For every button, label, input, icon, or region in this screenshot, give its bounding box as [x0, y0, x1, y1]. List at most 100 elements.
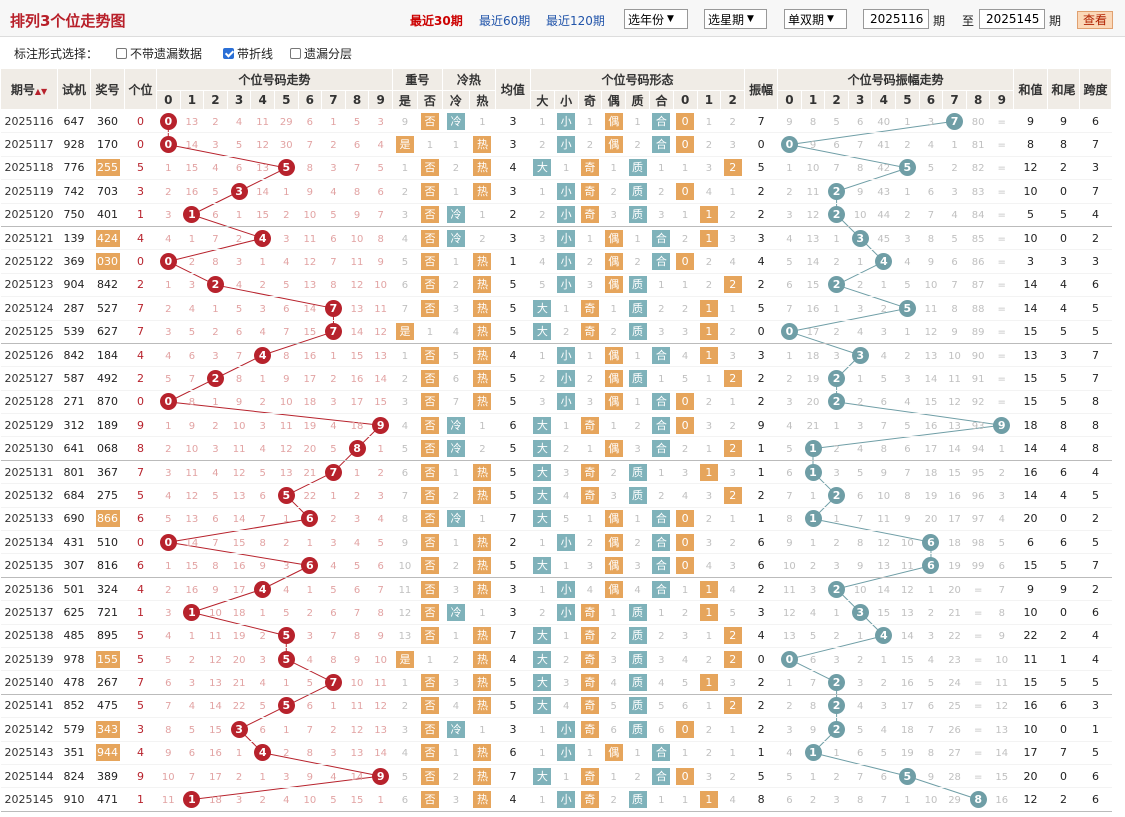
amp-cell: 5 [744, 296, 778, 321]
option-with-line[interactable]: 带折线 [223, 45, 273, 62]
header-issue[interactable]: 期号▲▼ [0, 68, 58, 110]
checkbox-layered[interactable] [290, 48, 301, 59]
checkbox-with-line[interactable] [223, 48, 234, 59]
sum-cell: 3 [1013, 249, 1048, 274]
avg-cell: 5 [495, 694, 531, 719]
option-layered[interactable]: 遗漏分层 [290, 45, 352, 62]
shape-cell: 2 [601, 179, 626, 204]
amp-missing: 17 [942, 507, 967, 532]
trend-missing: 14 [180, 132, 204, 157]
period-30-link[interactable]: 最近30期 [410, 12, 463, 29]
amp-missing: 9 [919, 249, 943, 274]
checkbox-no-missing[interactable] [116, 48, 127, 59]
trend-missing: 5 [298, 670, 322, 695]
shape-cell: 4 [578, 577, 602, 602]
trend-missing: 1 [321, 343, 346, 368]
trend-missing: 1 [321, 109, 346, 134]
trend-missing: 5 [180, 320, 204, 344]
hotcold-cell: 热 [469, 787, 496, 812]
amp-missing: 5 [777, 436, 802, 461]
table-row: 2025126 842 184 4 4 6 3 7 4 8 16 1 15 13 1 否 5 热 4 1 小 1 偶 1 合 4 1… [0, 343, 1112, 368]
trend-missing: 13 [203, 670, 228, 695]
amp-missing: 5 [895, 273, 920, 298]
amp-missing: 12 [871, 530, 896, 555]
shape-cell: 5 [601, 694, 626, 719]
repeat-cell: 1 [417, 132, 443, 157]
to-issue-input[interactable]: 2025145 [979, 9, 1045, 29]
repeat-cell: 12 [392, 600, 418, 625]
amp-missing: 4 [871, 717, 896, 742]
amp-ball: 2 [824, 577, 849, 602]
sub-header-amp-7: 7 [942, 90, 967, 110]
trend-ball: 8 [345, 436, 369, 461]
trend-missing: 2 [227, 226, 251, 251]
sort-icon[interactable]: ▲▼ [35, 87, 47, 96]
amp-missing: 5 [989, 530, 1014, 555]
option-no-missing[interactable]: 不带遗漏数据 [116, 45, 202, 62]
amp-cell: 1 [744, 741, 778, 765]
amp-missing: = [989, 179, 1014, 204]
weekday-select[interactable]: 选星期 ▼ [704, 9, 767, 29]
amp-cell: 9 [744, 413, 778, 438]
sub-header-shape: 质 [625, 90, 650, 110]
period-60-link[interactable]: 最近60期 [479, 12, 530, 29]
trend-missing: 3 [203, 436, 228, 461]
header-hotcold: 冷热 [441, 68, 496, 91]
amp-missing: 10 [989, 647, 1014, 672]
year-select[interactable]: 选年份 ▼ [624, 9, 688, 29]
period-120-link[interactable]: 最近120期 [546, 12, 605, 29]
unit-cell: 4 [124, 577, 157, 602]
oddeven-select[interactable]: 单双期 ▼ [784, 9, 847, 29]
issue-cell: 2025121 [0, 226, 58, 251]
trend-missing: 21 [298, 460, 322, 485]
trend-missing: 5 [368, 530, 393, 555]
amp-missing: = [966, 717, 990, 742]
trend-missing: 5 [180, 717, 204, 742]
hotcold-cell: 热 [469, 132, 496, 157]
prize-cell: 895 [90, 624, 125, 648]
shape-cell: 2 [625, 764, 650, 789]
shape-cell: 1 [720, 507, 745, 532]
avg-cell: 2 [495, 530, 531, 555]
hotcold-cell: 热 [469, 343, 496, 368]
repeat-cell: 6 [392, 273, 418, 298]
avg-cell: 4 [495, 343, 531, 368]
trend-missing: 6 [321, 226, 346, 251]
amp-missing: = [966, 741, 990, 765]
from-issue-input[interactable]: 2025116 [863, 9, 929, 29]
issue-cell: 2025125 [0, 320, 58, 344]
amp-ball: 4 [871, 624, 896, 648]
amp-missing: 18 [942, 530, 967, 555]
amp-missing: 13 [777, 624, 802, 648]
shape-cell: 4 [530, 249, 555, 274]
trend-missing: 4 [227, 273, 251, 298]
shape-cell: 1 [530, 741, 555, 765]
shape-cell: 2 [697, 273, 721, 298]
trend-missing: 6 [321, 600, 346, 625]
amp-missing: 19 [919, 483, 943, 508]
table-row: 2025125 539 627 7 3 5 2 6 4 7 15 7 14 12 是 1 4 热 5 大 2 奇 2 质 3 3 1… [0, 320, 1112, 344]
amp-missing: 7 [777, 483, 802, 508]
sub-header-shape: 大 [529, 90, 555, 110]
query-button[interactable]: 查看 [1077, 11, 1113, 29]
amp-missing: 6 [848, 109, 872, 134]
trend-missing: 14 [180, 530, 204, 555]
sum-cell: 9 [1013, 577, 1048, 602]
trend-ball: 3 [227, 717, 251, 742]
span-cell: 3 [1079, 156, 1112, 181]
shape-cell: 1 [601, 764, 626, 789]
shape-cell: 合 [649, 577, 674, 602]
amp-missing: 13 [871, 553, 896, 578]
sumtail-cell: 0 [1047, 764, 1080, 789]
trend-ball: 4 [250, 577, 275, 602]
trend-missing: 9 [368, 249, 393, 274]
amp-missing: 20 [801, 390, 825, 415]
amp-missing: 80 [966, 109, 990, 134]
unit-cell: 7 [124, 460, 157, 485]
shape-cell: 1 [697, 226, 721, 251]
amp-missing: 1 [824, 600, 849, 625]
hotcold-cell: 2 [442, 553, 470, 578]
year-select-value: 选年份 [628, 12, 665, 27]
amp-missing: 7 [942, 273, 967, 298]
trend-missing: 1 [274, 717, 299, 742]
